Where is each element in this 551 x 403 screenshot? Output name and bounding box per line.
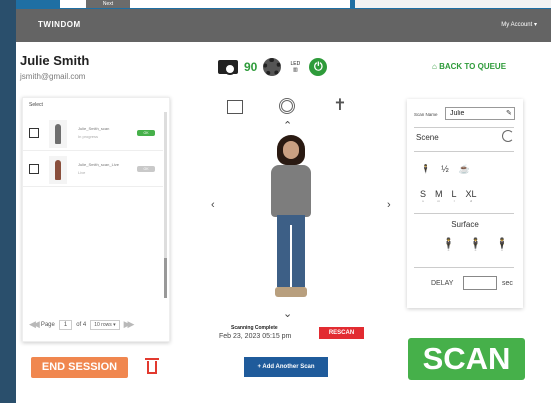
pose-half-icon[interactable]: ½ xyxy=(441,164,449,175)
first-page-icon[interactable]: ◀◀ xyxy=(29,319,40,330)
pose-options: 🕴 ½ ☕ xyxy=(420,164,470,175)
home-icon: ⌂ xyxy=(432,62,437,71)
page-input[interactable]: 1 xyxy=(58,319,73,330)
scan-settings-panel: Scan Name ✎ Scene 🕴 ½ ☕ Ss Mm Ll XLxl Su… xyxy=(407,99,523,308)
divider xyxy=(414,151,514,152)
chevron-down-icon[interactable]: ⌄ xyxy=(283,307,292,320)
divider xyxy=(414,127,514,128)
delay-unit: sec xyxy=(502,280,513,287)
surface-label: Surface xyxy=(451,220,479,229)
top-bar: TWINDOM My Account ▾ xyxy=(16,9,551,42)
end-session-button[interactable]: END SESSION xyxy=(31,357,128,378)
size-option-s[interactable]: Ss xyxy=(420,189,426,203)
scan-name-input[interactable] xyxy=(445,107,515,120)
scanned-person-image xyxy=(263,135,319,305)
surface-light-icon[interactable]: 🕴 xyxy=(495,237,510,251)
background-next-tab: Next xyxy=(86,0,130,8)
scanner-status-bar: 90 LED ▥ ⏻ xyxy=(218,58,328,76)
size-letter: L xyxy=(451,189,457,199)
select-header: Select xyxy=(29,102,43,108)
surface-options: 🕴 🕴 🕴 xyxy=(441,237,510,251)
pager: ◀◀ Page 1 of 4 10 rows ▾ ▶▶ xyxy=(29,319,135,330)
size-letter: XL xyxy=(465,189,477,199)
scan-thumbnail xyxy=(49,156,67,184)
logo: TWINDOM xyxy=(38,20,81,29)
scan-list-panel: Select Julie_Smith_scan In progress OK J… xyxy=(22,97,170,342)
rotate-view-icon[interactable] xyxy=(279,98,295,114)
scan-thumbnail xyxy=(49,120,67,148)
size-letter: S xyxy=(420,189,427,199)
table-row[interactable]: Julie_Smith_scan In progress OK xyxy=(23,118,163,151)
rows-per-page-select[interactable]: 10 rows ▾ xyxy=(90,319,120,330)
size-sub: s xyxy=(422,199,424,203)
size-option-xl[interactable]: XL xl xyxy=(466,189,477,203)
back-to-queue-link[interactable]: ⌂ BACK TO QUEUE xyxy=(432,62,506,71)
user-email: jsmith@gmail.com xyxy=(20,72,86,81)
edit-icon[interactable]: ✎ xyxy=(506,109,512,117)
size-option-l[interactable]: Ll xyxy=(452,189,457,203)
background-strip-right xyxy=(355,0,551,8)
pose-view-icon[interactable]: ✝ xyxy=(333,97,347,115)
scan-name: Julie_Smith_scan xyxy=(78,126,110,131)
last-page-icon[interactable]: ▶▶ xyxy=(124,319,135,330)
delay-label: DELAY xyxy=(431,280,454,287)
pose-full-icon[interactable]: 🕴 xyxy=(420,164,431,175)
pose-sit-icon[interactable]: ☕ xyxy=(459,164,470,175)
row-checkbox[interactable] xyxy=(29,128,39,138)
size-letter: M xyxy=(435,189,443,199)
scene-label: Scene xyxy=(416,133,439,142)
table-row[interactable]: Julie_Smith_scan_Live Live OK xyxy=(23,154,163,187)
refresh-icon[interactable] xyxy=(502,130,514,142)
scan-name-label: Scan Name xyxy=(414,112,438,117)
view-icons: ✝ xyxy=(227,97,351,117)
delay-input[interactable] xyxy=(463,276,497,290)
background-shape xyxy=(0,0,16,403)
row-checkbox[interactable] xyxy=(29,164,39,174)
back-to-queue-label: BACK TO QUEUE xyxy=(439,62,507,71)
status-badge: OK xyxy=(137,166,155,172)
surface-dark-icon[interactable]: 🕴 xyxy=(441,237,456,251)
rescan-button[interactable]: RESCAN xyxy=(319,327,364,339)
scan-name: Julie_Smith_scan_Live xyxy=(78,162,119,167)
gear-icon[interactable] xyxy=(263,58,282,76)
scan-date: Feb 23, 2023 05:15 pm xyxy=(219,333,292,340)
scan-button[interactable]: SCAN xyxy=(408,338,525,380)
scan-status: In progress xyxy=(78,134,99,139)
status-badge: OK xyxy=(137,130,155,136)
trash-icon[interactable] xyxy=(145,356,159,374)
divider xyxy=(414,213,514,214)
scan-status: Live xyxy=(78,170,86,175)
add-another-scan-button[interactable]: + Add Another Scan xyxy=(244,357,328,377)
camera-icon xyxy=(218,60,238,75)
chevron-up-icon[interactable]: ⌃ xyxy=(283,119,292,132)
size-options: Ss Mm Ll XL xl xyxy=(420,189,477,203)
led-label: LED xyxy=(290,61,301,67)
size-sub: l xyxy=(453,199,455,203)
divider xyxy=(414,267,514,268)
user-name: Julie Smith xyxy=(20,53,90,68)
scrollbar-thumb[interactable] xyxy=(164,258,167,298)
size-option-m[interactable]: Mm xyxy=(435,189,443,203)
my-account-menu[interactable]: My Account ▾ xyxy=(501,21,537,28)
surface-medium-icon[interactable]: 🕴 xyxy=(468,237,483,251)
photo-count: 90 xyxy=(244,60,258,74)
power-icon[interactable]: ⏻ xyxy=(309,58,328,76)
scan-complete-label: Scanning Complete xyxy=(231,325,278,331)
size-sub: xl xyxy=(469,199,473,203)
chevron-right-icon[interactable]: › xyxy=(387,199,391,211)
page-of-label: of 4 xyxy=(76,321,87,328)
chevron-left-icon[interactable]: ‹ xyxy=(211,199,215,211)
scan-preview-panel: ✝ ⌃ ‹ › ⌄ Scanning Complete Feb 23, 2023… xyxy=(191,95,391,340)
size-sub: m xyxy=(437,199,441,203)
export-view-icon[interactable] xyxy=(227,100,243,114)
led-icon: LED ▥ xyxy=(290,61,301,73)
page-label: Page xyxy=(40,321,55,328)
